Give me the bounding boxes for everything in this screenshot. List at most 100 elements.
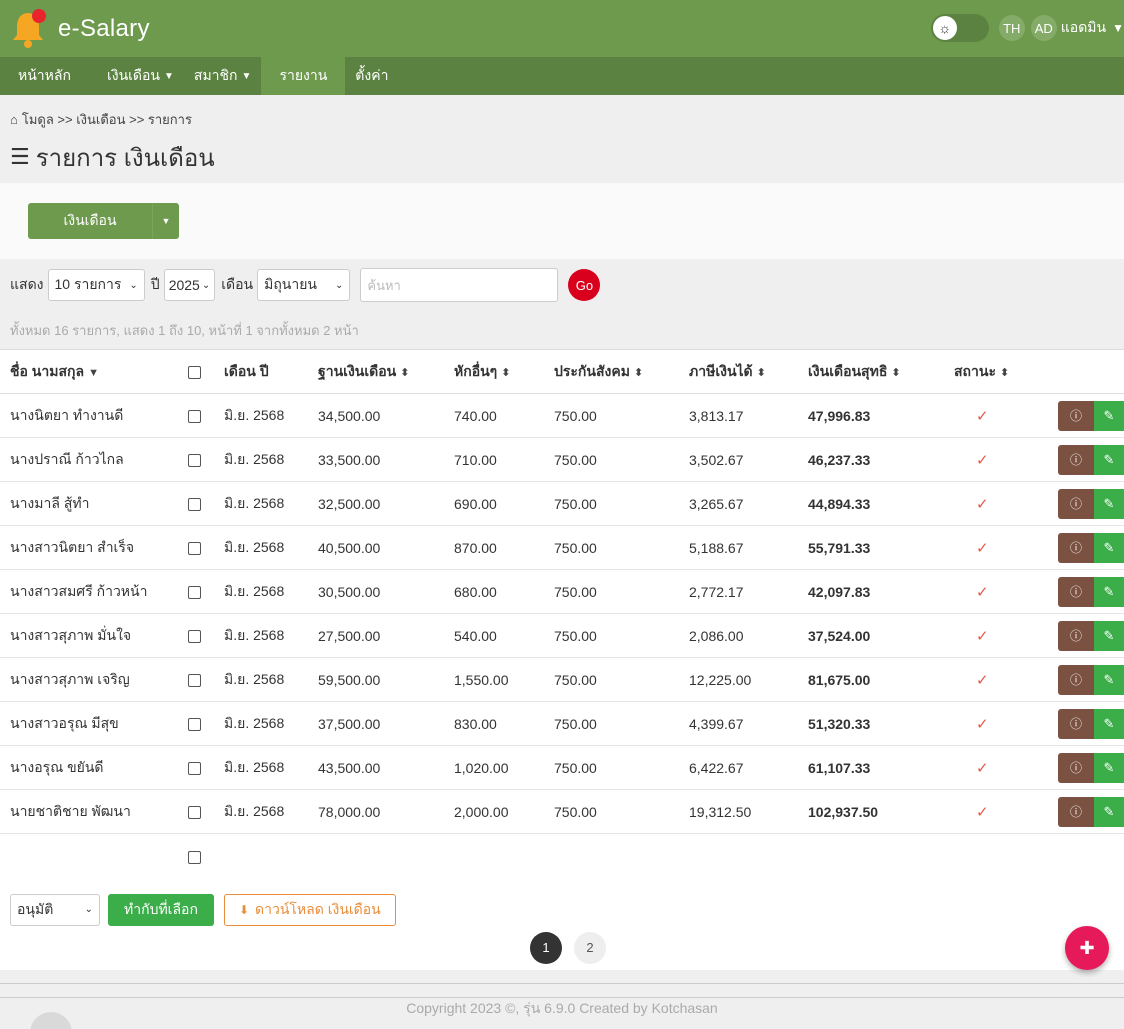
cell-month: มิ.ย. 2568 bbox=[224, 437, 318, 482]
edit-button[interactable]: ✎ bbox=[1094, 532, 1124, 563]
nav-home[interactable]: หน้าหลัก bbox=[8, 57, 81, 95]
info-button[interactable]: ⓘ bbox=[1058, 488, 1094, 519]
edit-button[interactable]: ✎ bbox=[1094, 576, 1124, 607]
nav-settings[interactable]: ตั้งค่า bbox=[345, 57, 398, 95]
col-name[interactable]: ชื่อ นามสกุล ▼ bbox=[0, 349, 188, 394]
row-checkbox[interactable] bbox=[188, 745, 224, 790]
cell-month: มิ.ย. 2568 bbox=[224, 789, 318, 834]
cell-social: 750.00 bbox=[554, 789, 689, 834]
info-button[interactable]: ⓘ bbox=[1058, 532, 1094, 563]
nav-report[interactable]: รายงาน bbox=[261, 57, 346, 95]
year-select[interactable]: 2025 ⌄ bbox=[163, 269, 216, 301]
info-button[interactable]: ⓘ bbox=[1058, 796, 1094, 827]
edit-button[interactable]: ✎ bbox=[1094, 796, 1124, 827]
nav-members[interactable]: สมาชิก ▼ bbox=[184, 57, 262, 95]
breadcrumb-text[interactable]: โมดูล >> เงินเดือน >> รายการ bbox=[22, 109, 192, 130]
bell-icon[interactable] bbox=[10, 8, 46, 49]
edit-button[interactable]: ✎ bbox=[1094, 444, 1124, 475]
chevron-down-icon: ⌄ bbox=[201, 279, 211, 291]
pencil-icon: ✎ bbox=[1103, 759, 1115, 775]
col-actions bbox=[1054, 349, 1124, 394]
col-social[interactable]: ประกันสังคม ⬍ bbox=[554, 349, 689, 394]
download-salary-button[interactable]: ⬇ ดาวน์โหลด เงินเดือน bbox=[223, 893, 396, 926]
cell-tax: 3,265.67 bbox=[689, 481, 808, 526]
info-button[interactable]: ⓘ bbox=[1058, 400, 1094, 431]
info-icon: ⓘ bbox=[1069, 453, 1082, 467]
cell-social: 750.00 bbox=[554, 437, 689, 482]
cell-tax: 2,086.00 bbox=[689, 613, 808, 658]
show-select[interactable]: 10 รายการ ⌄ bbox=[47, 269, 145, 301]
go-button[interactable]: Go bbox=[568, 269, 601, 301]
row-checkbox[interactable] bbox=[188, 701, 224, 746]
select-all-checkbox[interactable] bbox=[188, 349, 224, 394]
bulk-action-select[interactable]: อนุมัติ ⌄ bbox=[10, 893, 100, 926]
row-checkbox[interactable] bbox=[188, 393, 224, 438]
edit-button[interactable]: ✎ bbox=[1094, 488, 1124, 519]
cell-net: 42,097.83 bbox=[808, 569, 954, 614]
salary-button-label[interactable]: เงินเดือน bbox=[28, 203, 152, 239]
row-checkbox[interactable] bbox=[188, 789, 224, 834]
actions-cell: ⓘ ✎ bbox=[1054, 393, 1124, 438]
row-checkbox[interactable] bbox=[188, 657, 224, 702]
apply-selected-button[interactable]: ทำกับที่เลือก bbox=[108, 893, 214, 926]
salary-table: ชื่อ นามสกุล ▼ เดือน ปี ฐานเงินเดือน ⬍ หัก… bbox=[0, 349, 1124, 878]
page-title: ☰ รายการ เงินเดือน bbox=[0, 131, 1124, 183]
checklist-icon: ☰ bbox=[10, 144, 30, 169]
nav-salary[interactable]: เงินเดือน ▼ bbox=[97, 57, 184, 95]
status-cell: ✓ bbox=[954, 393, 1054, 438]
salary-dropdown-button[interactable]: เงินเดือน ▼ bbox=[28, 203, 179, 239]
actions-cell: ⓘ ✎ bbox=[1054, 437, 1124, 482]
add-document-button[interactable]: ✚ bbox=[1065, 926, 1109, 970]
edit-button[interactable]: ✎ bbox=[1094, 752, 1124, 783]
caret-down-icon[interactable]: ▼ bbox=[152, 203, 179, 239]
edit-button[interactable]: ✎ bbox=[1094, 400, 1124, 431]
sort-icon: ⬍ bbox=[501, 366, 511, 379]
cell-tax: 4,399.67 bbox=[689, 701, 808, 746]
theme-toggle[interactable]: ☼ bbox=[930, 14, 989, 42]
row-checkbox[interactable] bbox=[188, 481, 224, 526]
edit-button[interactable]: ✎ bbox=[1094, 664, 1124, 695]
table-row: นางสาวนิตยา สำเร็จ มิ.ย. 2568 40,500.00 870… bbox=[0, 525, 1124, 570]
caret-down-icon: ▼ bbox=[241, 70, 252, 82]
user-menu[interactable]: AD แอดมิน ▼ bbox=[1030, 15, 1124, 41]
app-title[interactable]: e-Salary bbox=[58, 15, 150, 43]
info-button[interactable]: ⓘ bbox=[1058, 664, 1094, 695]
edit-button[interactable]: ✎ bbox=[1094, 620, 1124, 651]
actions-cell: ⓘ ✎ bbox=[1054, 657, 1124, 702]
col-tax[interactable]: ภาษีเงินได้ ⬍ bbox=[689, 349, 808, 394]
search-input[interactable]: ค้นหา bbox=[360, 268, 559, 302]
row-checkbox[interactable] bbox=[188, 525, 224, 570]
row-checkbox[interactable] bbox=[188, 613, 224, 658]
info-button[interactable]: ⓘ bbox=[1058, 576, 1094, 607]
status-cell: ✓ bbox=[954, 789, 1054, 834]
status-cell: ✓ bbox=[954, 745, 1054, 790]
pencil-icon: ✎ bbox=[1103, 495, 1115, 511]
info-button[interactable]: ⓘ bbox=[1058, 708, 1094, 739]
actions-cell: ⓘ ✎ bbox=[1054, 481, 1124, 526]
col-net[interactable]: เงินเดือนสุทธิ ⬍ bbox=[808, 349, 954, 394]
col-status[interactable]: สถานะ ⬍ bbox=[954, 349, 1054, 394]
info-button[interactable]: ⓘ bbox=[1058, 444, 1094, 475]
month-select[interactable]: มิถุนายน ⌄ bbox=[257, 269, 351, 301]
col-month: เดือน ปี bbox=[224, 349, 318, 394]
actions-cell: ⓘ ✎ bbox=[1054, 525, 1124, 570]
language-button[interactable]: TH bbox=[998, 15, 1025, 41]
edit-button[interactable]: ✎ bbox=[1094, 708, 1124, 739]
page-1-button[interactable]: 1 bbox=[530, 931, 562, 964]
copyright-text: Copyright 2023 ©, รุ่น 6.9.0 Created by … bbox=[406, 1000, 718, 1016]
cell-deduct: 690.00 bbox=[454, 481, 554, 526]
info-button[interactable]: ⓘ bbox=[1058, 620, 1094, 651]
row-checkbox[interactable] bbox=[188, 437, 224, 482]
row-checkbox[interactable] bbox=[188, 569, 224, 614]
info-button[interactable]: ⓘ bbox=[1058, 752, 1094, 783]
pagination: 1 2 bbox=[530, 931, 618, 964]
col-deduct[interactable]: หักอื่นๆ ⬍ bbox=[454, 349, 554, 394]
col-base[interactable]: ฐานเงินเดือน ⬍ bbox=[318, 349, 454, 394]
footer-checkbox[interactable] bbox=[188, 834, 224, 878]
check-icon: ✓ bbox=[976, 671, 989, 689]
actions-cell: ⓘ ✎ bbox=[1054, 789, 1124, 834]
page-2-button[interactable]: 2 bbox=[574, 931, 606, 964]
table-row: นางมาลี สู้ทำ มิ.ย. 2568 32,500.00 690.00 75… bbox=[0, 481, 1124, 526]
actions-cell: ⓘ ✎ bbox=[1054, 613, 1124, 658]
cell-name: นางสาวสมศรี ก้าวหน้า bbox=[0, 569, 188, 614]
